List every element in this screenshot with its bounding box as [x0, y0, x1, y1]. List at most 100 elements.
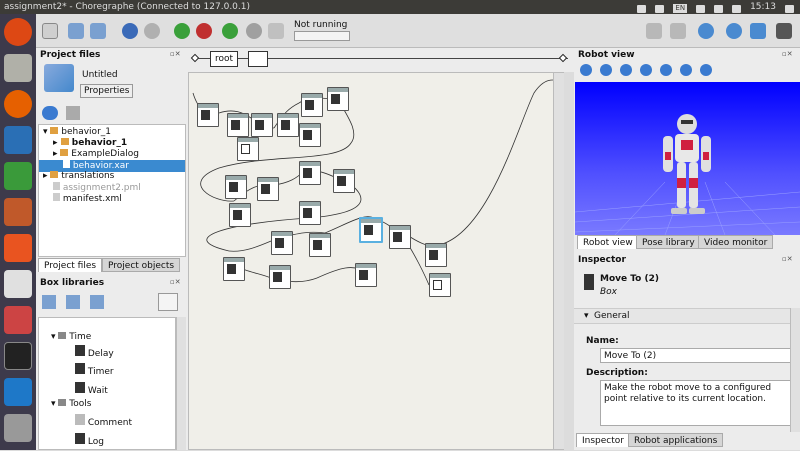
behavior-box[interactable]: [327, 87, 349, 111]
terminal-icon[interactable]: [4, 342, 32, 370]
calc-icon[interactable]: [4, 162, 32, 190]
tree-item[interactable]: manifest.xml: [53, 193, 122, 205]
behavior-box[interactable]: [225, 175, 247, 199]
choregraphe-icon[interactable]: [4, 378, 32, 406]
behavior-box[interactable]: [227, 113, 249, 137]
tree-item[interactable]: ▾ behavior_1: [43, 127, 111, 138]
behavior-box[interactable]: [389, 225, 411, 249]
new-library-icon[interactable]: [66, 295, 80, 309]
behavior-box[interactable]: [251, 113, 273, 137]
zoom-in-icon[interactable]: [660, 64, 672, 76]
writer-icon[interactable]: [4, 126, 32, 154]
view-side-icon[interactable]: [620, 64, 632, 76]
tab-project-objects[interactable]: Project objects: [102, 258, 181, 272]
settings-icon[interactable]: [4, 306, 32, 334]
tab-robot-view[interactable]: Robot view: [577, 235, 639, 249]
tab-pose-library[interactable]: Pose library: [636, 235, 701, 249]
save-project-icon[interactable]: [90, 23, 106, 39]
play-icon[interactable]: [222, 23, 238, 39]
breadcrumb-root[interactable]: root: [210, 51, 239, 67]
info-icon[interactable]: [580, 64, 592, 76]
search-icon[interactable]: [158, 293, 178, 311]
behavior-box[interactable]: [223, 257, 245, 281]
redo-icon[interactable]: [144, 23, 160, 39]
connect-icon[interactable]: [174, 23, 190, 39]
tab-inspector[interactable]: Inspector: [576, 433, 630, 447]
behavior-box[interactable]: [355, 263, 377, 287]
view-front-icon[interactable]: [600, 64, 612, 76]
amazon-icon[interactable]: [4, 270, 32, 298]
canvas-scrollbar[interactable]: [553, 73, 564, 449]
behavior-box[interactable]: [229, 203, 251, 227]
behavior-box[interactable]: [299, 161, 321, 185]
properties-button[interactable]: Properties: [80, 84, 134, 98]
behavior-box[interactable]: [237, 137, 259, 161]
tab-video-monitor[interactable]: Video monitor: [698, 235, 774, 249]
flow-diagram-canvas[interactable]: [188, 72, 564, 450]
behavior-box[interactable]: [271, 231, 293, 255]
breadcrumb-current[interactable]: [248, 51, 268, 67]
panel-controls-icon[interactable]: ▫✕: [170, 278, 181, 286]
ubuntu-dash-icon[interactable]: [4, 18, 32, 46]
software-center-icon[interactable]: [4, 234, 32, 262]
behavior-box[interactable]: [309, 233, 331, 257]
behavior-box[interactable]: [299, 123, 321, 147]
wifi-icon[interactable]: [714, 4, 724, 13]
panel-controls-icon[interactable]: ▫✕: [170, 50, 181, 58]
inspector-scrollbar[interactable]: [790, 308, 800, 432]
tree-item[interactable]: ▾ Tools: [51, 399, 91, 410]
behavior-box[interactable]: [257, 177, 279, 201]
tree-item[interactable]: Timer: [75, 363, 114, 378]
autonomous-life-icon[interactable]: [750, 23, 766, 39]
mute-icon[interactable]: [670, 23, 686, 39]
behavior-box[interactable]: [277, 113, 299, 137]
tab-robot-applications[interactable]: Robot applications: [628, 433, 724, 447]
behavior-box[interactable]: [197, 103, 219, 127]
add-icon[interactable]: [42, 106, 58, 120]
tree-item[interactable]: ▸ behavior_1: [53, 138, 127, 149]
files-icon[interactable]: [4, 54, 32, 82]
behavior-box[interactable]: [429, 273, 451, 297]
tab-project-files[interactable]: Project files: [38, 258, 103, 272]
description-field[interactable]: Make the robot move to a configured poin…: [600, 380, 796, 426]
dropbox-icon[interactable]: [637, 4, 647, 13]
behavior-box-selected[interactable]: [359, 217, 383, 243]
tree-item[interactable]: ▸ ExampleDialog: [53, 149, 139, 160]
tree-item[interactable]: Wait: [75, 382, 108, 397]
wake-up-icon[interactable]: [698, 23, 714, 39]
reset-view-icon[interactable]: [700, 64, 712, 76]
clock[interactable]: 15:13: [750, 0, 776, 14]
delete-icon[interactable]: [66, 106, 80, 120]
panel-controls-icon[interactable]: ▫✕: [782, 50, 793, 58]
tree-item[interactable]: ▾ Time: [51, 332, 91, 343]
view-top-icon[interactable]: [640, 64, 652, 76]
behavior-box[interactable]: [333, 169, 355, 193]
tree-item[interactable]: Comment: [75, 414, 132, 429]
behavior-box[interactable]: [299, 201, 321, 225]
new-project-icon[interactable]: [42, 23, 58, 39]
network-icon[interactable]: [655, 4, 665, 13]
panel-controls-icon[interactable]: ▫✕: [782, 255, 793, 263]
general-section-header[interactable]: ▾ General: [574, 308, 800, 324]
open-project-icon[interactable]: [68, 23, 84, 39]
tree-item[interactable]: ▸ translations: [43, 171, 114, 182]
behavior-box[interactable]: [301, 93, 323, 117]
behavior-box[interactable]: [425, 243, 447, 267]
impress-icon[interactable]: [4, 198, 32, 226]
stop-icon[interactable]: [246, 23, 262, 39]
volume-icon[interactable]: [732, 4, 742, 13]
battery-icon[interactable]: [776, 23, 792, 39]
open-library-icon[interactable]: [42, 295, 56, 309]
zoom-out-icon[interactable]: [680, 64, 692, 76]
undo-icon[interactable]: [122, 23, 138, 39]
save-library-icon[interactable]: [90, 295, 104, 309]
name-field[interactable]: Move To (2): [600, 348, 796, 363]
debug-icon[interactable]: [268, 23, 284, 39]
tree-item[interactable]: Delay: [75, 345, 114, 360]
behavior-box[interactable]: [269, 265, 291, 289]
bluetooth-icon[interactable]: [696, 4, 706, 13]
gear-icon[interactable]: [785, 4, 794, 13]
robot-3d-view[interactable]: [575, 82, 800, 235]
library-scrollbar[interactable]: [176, 317, 186, 450]
keyboard-layout-badge[interactable]: EN: [673, 3, 688, 13]
